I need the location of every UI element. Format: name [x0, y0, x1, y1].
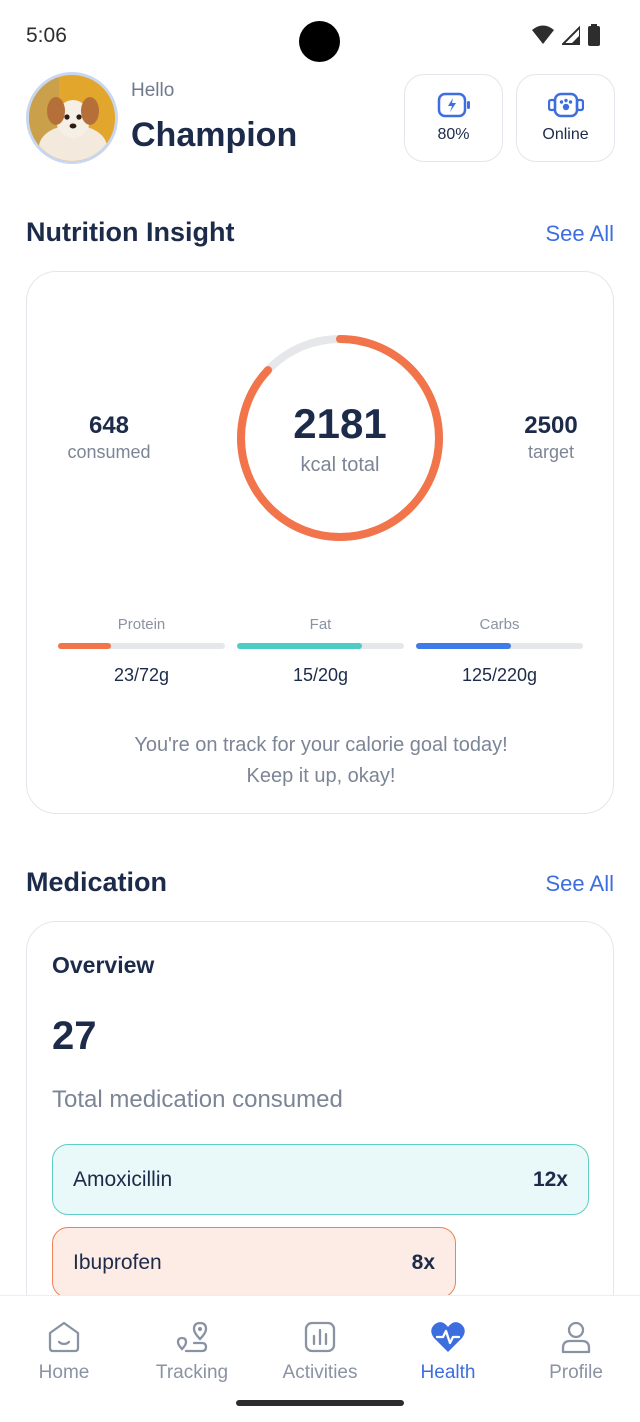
dog-avatar-image: [29, 75, 115, 161]
nav-item-profile[interactable]: Profile: [512, 1296, 640, 1422]
nav-label: Tracking: [155, 1362, 229, 1383]
signal-icon: [562, 25, 580, 45]
consumed-value: 648: [88, 412, 130, 439]
home-icon: [48, 1321, 80, 1353]
macro-label: Protein: [117, 616, 166, 633]
status-time: 5:06: [26, 24, 67, 47]
battery-status-icon: [588, 24, 600, 46]
device-status-card[interactable]: Online: [516, 74, 615, 162]
medication-count: 12x: [532, 1167, 568, 1191]
nav-label: Home: [38, 1362, 90, 1383]
medication-name: Ibuprofen: [73, 1250, 162, 1274]
macro-label: Carbs: [479, 616, 520, 633]
tracking-icon: [176, 1321, 208, 1353]
nutrition-card: 648 consumed 2181 kcal total 2500 target…: [26, 271, 614, 814]
battery-label: 80%: [437, 126, 470, 143]
macro-progress-fill: [58, 643, 112, 649]
consumed-stat: 648 consumed: [47, 412, 171, 463]
target-label: target: [527, 442, 575, 462]
nutrition-see-all-link[interactable]: See All: [546, 221, 615, 247]
consumed-label: consumed: [67, 442, 151, 462]
nav-item-home[interactable]: Home: [0, 1296, 128, 1422]
nav-label: Profile: [549, 1362, 603, 1383]
connection-label: Online: [542, 126, 589, 143]
macro-label: Fat: [309, 616, 332, 633]
header: Hello Champion 80% Online: [0, 72, 640, 164]
home-indicator: [236, 1400, 404, 1406]
nutrition-section-title: Nutrition Insight: [26, 217, 235, 247]
medication-section-title: Medication: [26, 867, 168, 897]
macro-value: 15/20g: [292, 665, 349, 685]
nutrition-note: You're on track for your calorie goal to…: [27, 730, 615, 792]
target-stat: 2500 target: [499, 412, 603, 463]
macro-progress-track: [237, 643, 404, 649]
nav-label: Activities: [282, 1362, 358, 1383]
overview-title: Overview: [52, 952, 155, 978]
medication-total-label: Total medication consumed: [52, 1086, 343, 1113]
status-icons: [532, 24, 600, 46]
medication-name: Amoxicillin: [73, 1167, 173, 1191]
macro-carbs: Carbs 125/220g: [416, 616, 583, 686]
macro-progress-track: [416, 643, 583, 649]
battery-card[interactable]: 80%: [404, 74, 503, 162]
macro-protein: Protein 23/72g: [58, 616, 225, 686]
macro-progress-fill: [416, 643, 512, 649]
medication-total-count: 27: [52, 1014, 97, 1058]
macro-value: 125/220g: [461, 665, 538, 685]
target-value: 2500: [524, 412, 578, 439]
nutrition-note-line: You're on track for your calorie goal to…: [134, 734, 508, 756]
medication-item-ibuprofen[interactable]: Ibuprofen 8x: [52, 1227, 456, 1298]
user-name: Champion: [131, 116, 298, 154]
macro-fat: Fat 15/20g: [237, 616, 404, 686]
greeting-text: Hello: [131, 80, 175, 101]
nav-label: Health: [420, 1362, 476, 1383]
macro-progress-track: [58, 643, 225, 649]
ring-center: 2181 kcal total: [236, 334, 444, 542]
medication-item-amoxicillin[interactable]: Amoxicillin 12x: [52, 1144, 589, 1215]
macro-progress-fill: [237, 643, 363, 649]
activities-icon: [304, 1321, 336, 1353]
medication-count: 8x: [411, 1250, 435, 1274]
macro-value: 23/72g: [113, 665, 170, 685]
status-bar: 5:06: [0, 0, 640, 72]
medication-card: Overview 27 Total medication consumed Am…: [26, 921, 614, 1341]
camera-cutout: [299, 21, 340, 62]
total-kcal-label: kcal total: [300, 453, 380, 476]
calorie-ring: 2181 kcal total: [236, 334, 444, 542]
heart-icon: [431, 1322, 465, 1352]
total-kcal-value: 2181: [293, 399, 387, 447]
nutrition-note-line: Keep it up, okay!: [246, 765, 396, 787]
medication-see-all-link[interactable]: See All: [546, 871, 615, 897]
avatar[interactable]: [26, 72, 118, 164]
battery-charging-icon: [437, 92, 470, 118]
collar-device-icon: [547, 92, 584, 118]
wifi-icon: [532, 25, 554, 44]
profile-icon: [561, 1321, 591, 1354]
